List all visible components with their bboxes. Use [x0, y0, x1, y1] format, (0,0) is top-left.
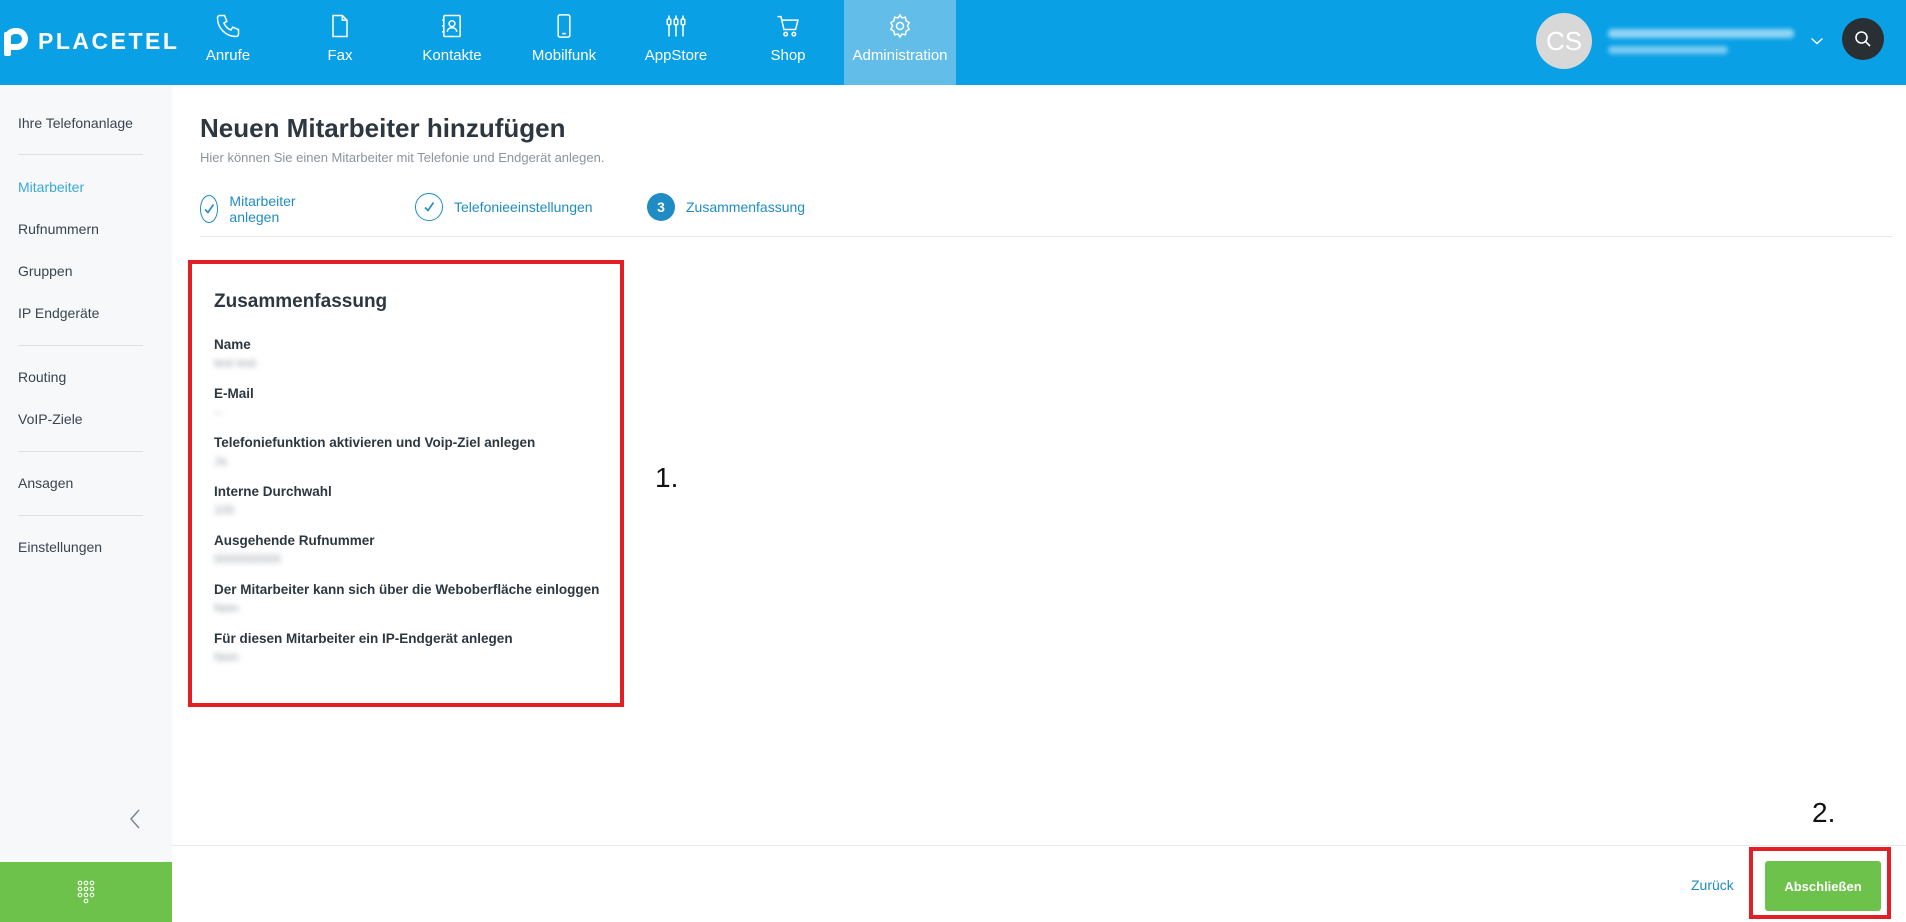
summary-field-email: E-Mail -- — [214, 386, 254, 419]
nav-label: Kontakte — [422, 47, 482, 64]
nav-label: Administration — [852, 47, 948, 64]
field-label: Ausgehende Rufnummer — [214, 533, 375, 548]
field-label: Name — [214, 337, 251, 352]
field-label: Interne Durchwahl — [214, 484, 332, 499]
placetel-logo[interactable]: PLACETEL — [4, 24, 179, 58]
summary-field-ip-endgeraet: Für diesen Mitarbeiter ein IP-Endgerät a… — [214, 631, 513, 664]
nav-item-anrufe[interactable]: Anrufe — [172, 0, 284, 85]
field-value-redacted: Ja — [214, 454, 227, 468]
plugs-icon — [666, 15, 686, 37]
nav-item-appstore[interactable]: AppStore — [620, 0, 732, 85]
sidebar-item-gruppen[interactable]: Gruppen — [18, 263, 72, 279]
cart-icon — [777, 15, 799, 37]
document-icon — [332, 14, 348, 38]
back-link[interactable]: Zurück — [1691, 877, 1734, 893]
top-bar: PLACETEL Anrufe Fax Kontakte Mobilfunk A… — [0, 0, 1906, 85]
summary-field-durchwahl: Interne Durchwahl 100 — [214, 484, 332, 517]
nav-label: AppStore — [644, 47, 708, 64]
sidebar-item-voip-ziele[interactable]: VoIP-Ziele — [18, 411, 83, 427]
steps-divider — [200, 236, 1892, 237]
user-menu[interactable]: CS — [1536, 11, 1824, 71]
field-value-redacted: Nein — [214, 601, 239, 615]
sidebar: Ihre Telefonanlage Mitarbeiter Rufnummer… — [0, 85, 172, 922]
summary-title: Zusammenfassung — [214, 291, 388, 312]
nav-label: Fax — [327, 47, 353, 64]
sidebar-item-ansagen[interactable]: Ansagen — [18, 475, 73, 491]
sidebar-item-routing[interactable]: Routing — [18, 369, 66, 385]
sidebar-item-mitarbeiter[interactable]: Mitarbeiter — [18, 179, 84, 195]
step-label: Zusammenfassung — [686, 199, 806, 215]
field-value-redacted: Nein — [214, 650, 239, 664]
summary-panel: Zusammenfassung Name test test E-Mail --… — [188, 260, 624, 707]
dialpad-button[interactable] — [0, 862, 172, 922]
sidebar-item-rufnummern[interactable]: Rufnummern — [18, 221, 99, 237]
nav-label: Shop — [770, 47, 806, 64]
nav-item-shop[interactable]: Shop — [732, 0, 844, 85]
annotation-marker-1: 1. — [655, 462, 679, 493]
summary-field-telefonie: Telefoniefunktion aktivieren und Voip-Zi… — [214, 435, 535, 468]
summary-field-rufnummer: Ausgehende Rufnummer 0000000000 — [214, 533, 375, 566]
phone-icon — [216, 14, 240, 38]
avatar[interactable]: CS — [1536, 13, 1592, 69]
sidebar-divider — [18, 345, 143, 346]
summary-field-weblogin: Der Mitarbeiter kann sich über die Webob… — [214, 582, 599, 615]
sidebar-divider — [18, 515, 143, 516]
field-label: Für diesen Mitarbeiter ein IP-Endgerät a… — [214, 631, 513, 646]
footer-divider — [172, 845, 1906, 846]
field-value-redacted: -- — [214, 405, 222, 419]
step-mitarbeiter-anlegen[interactable]: Mitarbeiter anlegen — [200, 193, 305, 225]
nav-item-administration[interactable]: Administration — [844, 0, 956, 85]
field-label: Telefoniefunktion aktivieren und Voip-Zi… — [214, 435, 536, 450]
step-number-badge: 3 — [647, 193, 675, 221]
sidebar-item-telefonanlage[interactable]: Ihre Telefonanlage — [18, 115, 133, 131]
nav-item-mobilfunk[interactable]: Mobilfunk — [508, 0, 620, 85]
gear-icon — [889, 13, 911, 39]
field-label: Der Mitarbeiter kann sich über die Webob… — [214, 582, 600, 597]
search-button[interactable] — [1842, 18, 1884, 60]
page-subtitle: Hier können Sie einen Mitarbeiter mit Te… — [200, 150, 605, 165]
user-info-redacted — [1608, 28, 1794, 54]
nav-label: Anrufe — [205, 47, 251, 64]
chevron-down-icon[interactable] — [1810, 36, 1824, 46]
field-value-redacted: test test — [214, 356, 257, 370]
page-title: Neuen Mitarbeiter hinzufügen — [200, 113, 566, 143]
search-icon — [1855, 31, 1871, 47]
dialpad-icon — [77, 880, 95, 904]
field-label: E-Mail — [214, 386, 254, 401]
summary-field-name: Name test test — [214, 337, 256, 370]
annotation-marker-2: 2. — [1812, 797, 1836, 828]
contacts-icon — [442, 14, 461, 38]
main-nav: Anrufe Fax Kontakte Mobilfunk AppStore S… — [172, 0, 956, 85]
step-label: Mitarbeiter anlegen — [229, 193, 296, 225]
sidebar-divider — [18, 154, 143, 155]
checkmark-icon — [415, 193, 443, 221]
field-value-redacted: 100 — [214, 503, 235, 517]
chevron-left-icon[interactable] — [126, 807, 146, 831]
checkmark-icon — [200, 195, 219, 223]
logo-mark-icon — [4, 26, 30, 56]
sidebar-item-einstellungen[interactable]: Einstellungen — [18, 539, 102, 555]
main-content: Neuen Mitarbeiter hinzufügen Hier können… — [172, 85, 1906, 922]
step-label: Telefonieeinstellungen — [454, 199, 593, 215]
finish-button[interactable]: Abschließen — [1765, 861, 1881, 911]
mobile-icon — [557, 14, 571, 38]
sidebar-divider — [18, 451, 143, 452]
logo-text: PLACETEL — [38, 27, 180, 54]
step-telefonieeinstellungen[interactable]: Telefonieeinstellungen — [415, 193, 593, 221]
nav-item-fax[interactable]: Fax — [284, 0, 396, 85]
field-value-redacted: 0000000000 — [214, 552, 281, 566]
sidebar-item-ip-endgeraete[interactable]: IP Endgeräte — [18, 305, 99, 321]
step-zusammenfassung[interactable]: 3 Zusammenfassung — [647, 193, 805, 221]
nav-label: Mobilfunk — [531, 47, 597, 64]
nav-item-kontakte[interactable]: Kontakte — [396, 0, 508, 85]
